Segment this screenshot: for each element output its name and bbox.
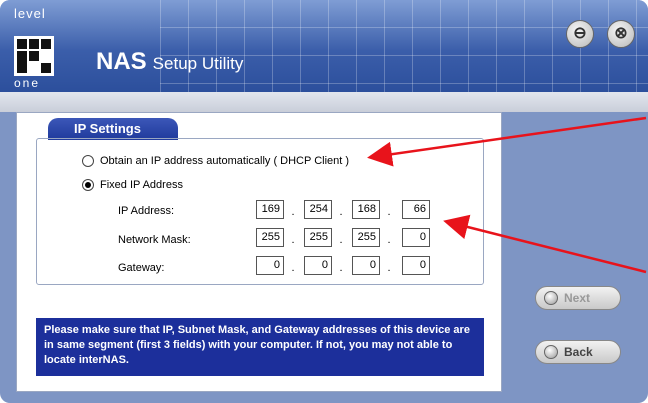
- arrow-to-fields-icon: [443, 214, 647, 274]
- arrow-to-dhcp-icon: [367, 116, 647, 167]
- annotation-arrows: [367, 116, 647, 274]
